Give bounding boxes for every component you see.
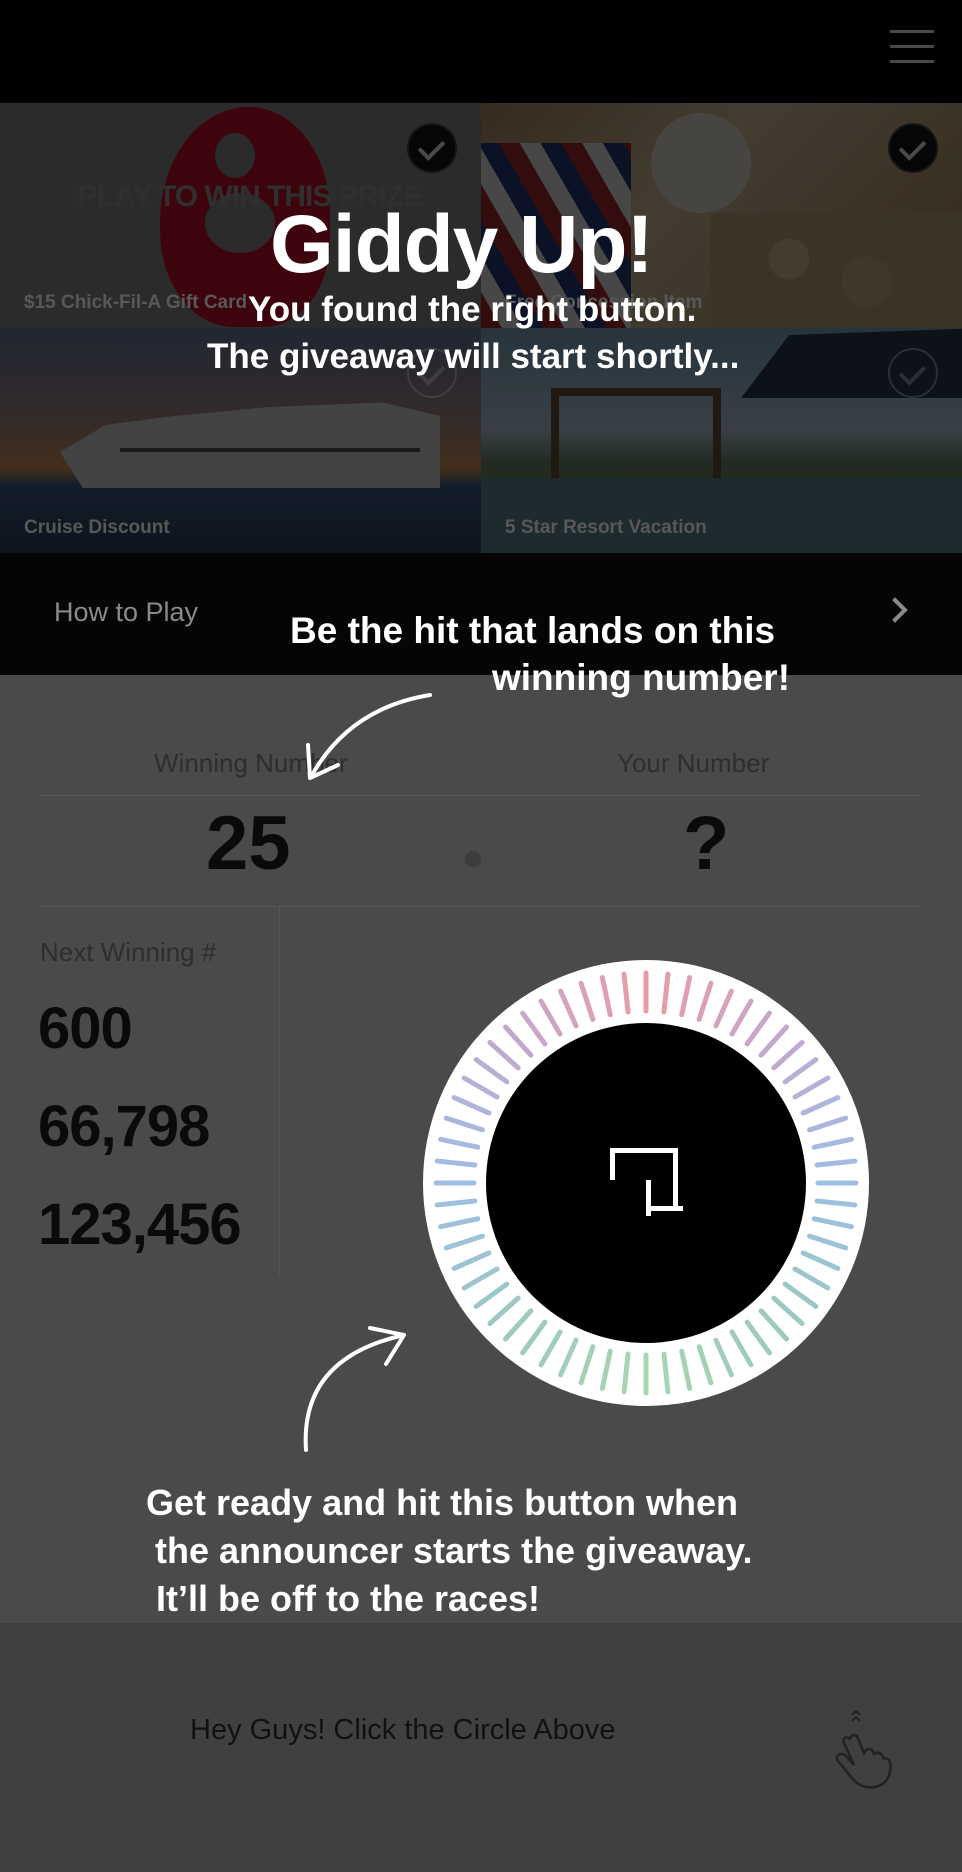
your-number-value: ? [683,801,730,886]
next-winning-number: 123,456 [38,1192,242,1257]
overlay-subtitle: The giveaway will start shortly... [207,337,740,376]
ring-tick [487,1039,521,1071]
overlay-hint-winning: winning number! [492,657,791,698]
ring-tick [729,1329,754,1368]
ring-tick [538,1329,563,1368]
ring-tick [771,1039,805,1071]
next-winning-label: Next Winning # [40,937,217,967]
ring-tick [814,1158,858,1168]
overlay-hint-winning: Be the hit that lands on this [290,610,776,651]
ring-tick [558,988,579,1029]
ring-tick [800,1250,841,1271]
ring-tick [520,1319,548,1356]
bottom-bar-text: Hey Guys! Click the Circle Above [190,1714,616,1746]
ring-tick [520,1010,548,1047]
separator-dot [465,851,481,867]
ring-tick [782,1281,819,1309]
top-bar [0,0,962,103]
vertical-divider [279,906,280,1276]
ring-tick [473,1281,510,1309]
ring-tick [451,1250,492,1271]
ring-tick [758,1024,790,1058]
your-number-label: Your Number [617,748,770,778]
ring-tick [807,1115,849,1133]
ring-tick [502,1024,534,1058]
ring-tick [696,1344,714,1386]
overlay-ready-text: the announcer starts the giveaway. [155,1530,753,1571]
ring-tick [487,1295,521,1327]
ring-tick [713,988,734,1029]
overlay-title: Giddy Up! [270,199,654,290]
ring-tick [599,1348,613,1391]
arrow-to-circle-icon [303,1326,406,1452]
ring-tick [729,998,754,1037]
ring-tick [792,1075,831,1100]
next-winning-number: 66,798 [38,1094,210,1159]
ring-tick [434,1158,478,1168]
menu-line [890,30,934,33]
arrow-to-winning-number-icon [306,693,432,780]
divider [40,795,920,796]
ring-tick [443,1115,485,1133]
ring-tick [713,1337,734,1378]
corner-glyph-icon [610,1148,678,1216]
ring-tick [807,1233,849,1251]
tap-hand-icon [835,1709,892,1789]
ring-tick [578,1344,596,1386]
ring-tick [800,1095,841,1116]
next-winning-number: 600 [38,996,133,1061]
ring-tick [661,1351,671,1395]
ring-tick [538,998,563,1037]
how-to-play-label: How to Play [54,597,199,627]
ring-tick [744,1010,772,1047]
ring-tick [443,1233,485,1251]
corner-glyph-base [647,1206,683,1211]
ring-tick [438,1216,481,1230]
divider [40,906,920,907]
ring-tick [438,1136,481,1150]
hamburger-menu-icon[interactable] [890,28,934,64]
ring-tick [696,980,714,1022]
ring-tick [814,1198,858,1208]
ring-tick [679,1348,693,1391]
overlay-ready-text: Get ready and hit this button when [146,1482,739,1523]
ring-tick [811,1136,854,1150]
ring-tick [473,1057,510,1085]
ring-tick [792,1266,831,1291]
ring-tick [679,975,693,1018]
ring-tick [811,1216,854,1230]
ring-tick [461,1075,500,1100]
ring-tick [461,1266,500,1291]
ring-tick [621,1351,631,1395]
ring-tick [621,971,631,1015]
menu-line [890,45,934,48]
ring-tick [758,1308,790,1342]
ring-tick [578,980,596,1022]
ring-tick [771,1295,805,1327]
ring-tick [599,975,613,1018]
overlay-subtitle: You found the right button. [248,290,697,329]
bottom-bar: Hey Guys! Click the Circle Above [0,1623,962,1872]
menu-line [890,60,934,63]
ring-tick [451,1095,492,1116]
ring-tick [502,1308,534,1342]
ring-tick [744,1319,772,1356]
winning-number-value: 25 [206,801,291,886]
ring-tick [661,971,671,1015]
ring-tick [782,1057,819,1085]
overlay-ready-text: It’ll be off to the races! [156,1578,541,1619]
chevron-right-icon [882,597,908,623]
ring-tick [434,1198,478,1208]
ring-tick [558,1337,579,1378]
